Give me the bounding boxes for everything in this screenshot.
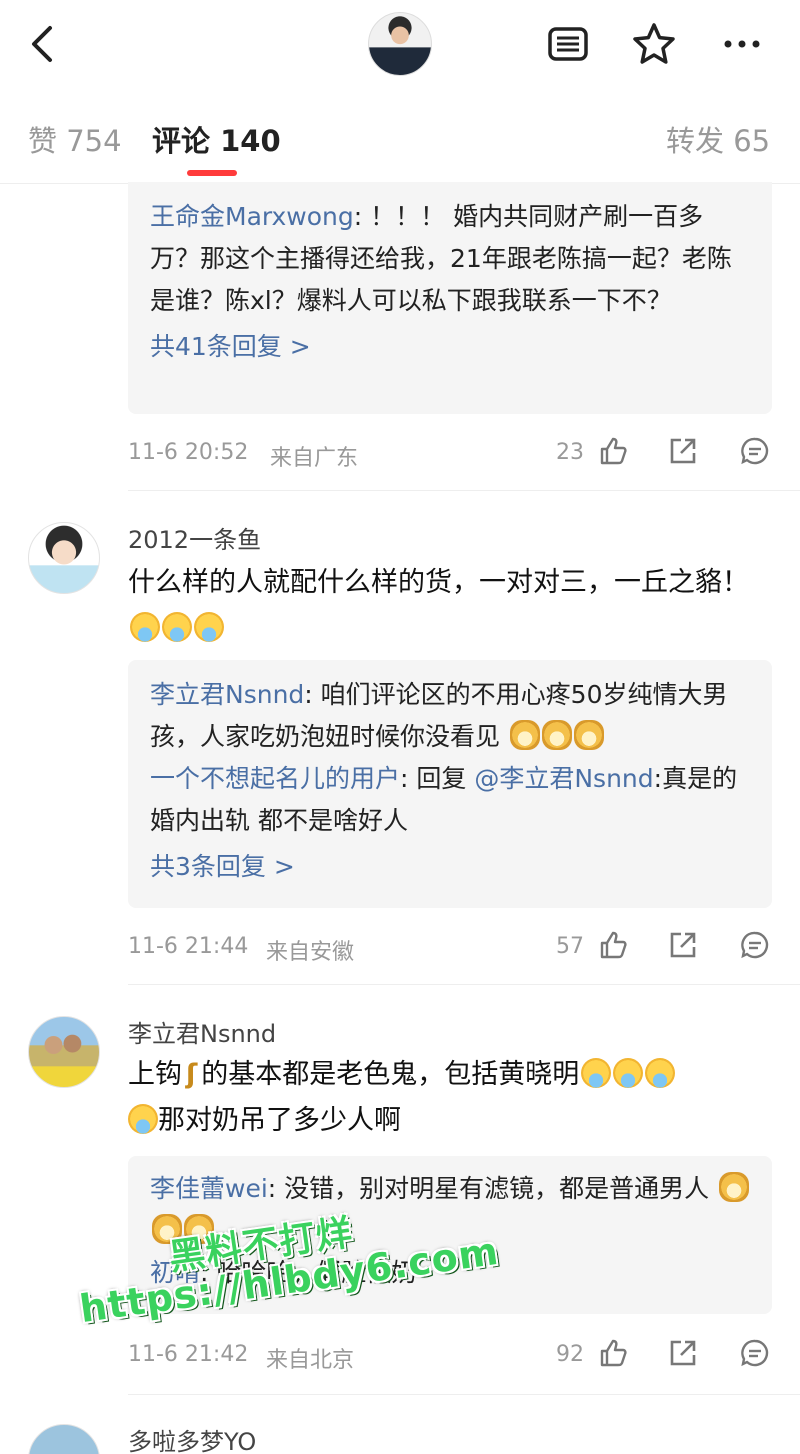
- avatar[interactable]: [28, 522, 100, 594]
- thumbs-up-icon[interactable]: [596, 434, 630, 468]
- crying-emoji-icon: [162, 612, 192, 642]
- share-icon[interactable]: [666, 434, 700, 468]
- comment-body: 那对奶吊了多少人啊: [158, 1105, 401, 1136]
- view-replies-link[interactable]: 共41条回复 >: [150, 326, 750, 368]
- star-icon[interactable]: [630, 20, 678, 68]
- crying-emoji-icon: [613, 1058, 644, 1088]
- reader-mode-icon[interactable]: [544, 20, 592, 68]
- hook-emoji-icon: ʃ: [186, 1059, 198, 1090]
- comment-location: 来自安徽: [266, 940, 355, 965]
- reply-item: 初晴: 哈哈哈，假脸假奶: [150, 1252, 750, 1294]
- like-count: 23: [556, 440, 584, 465]
- doge-emoji-icon: [541, 720, 572, 750]
- reply-box[interactable]: 李立君Nsnnd: 咱们评论区的不用心疼50岁纯情大男孩，人家吃奶泡妞时候你没看…: [128, 660, 772, 908]
- reply-username[interactable]: 初晴: [150, 1258, 200, 1287]
- doge-emoji-icon: [509, 720, 540, 750]
- share-icon[interactable]: [666, 1336, 700, 1370]
- avatar[interactable]: [28, 1016, 100, 1088]
- crying-emoji-icon: [128, 1104, 158, 1134]
- share-icon[interactable]: [666, 928, 700, 962]
- comment-author[interactable]: 李立君Nsnnd: [128, 1014, 276, 1049]
- thumbs-up-icon[interactable]: [596, 928, 630, 962]
- like-count: 92: [556, 1342, 584, 1367]
- divider: [128, 984, 800, 985]
- tab-comments[interactable]: 评论 140: [152, 118, 281, 160]
- comment-location: 来自北京: [266, 1348, 355, 1373]
- reply-username[interactable]: 李佳蕾wei: [150, 1174, 268, 1203]
- crying-emoji-icon: [581, 1058, 612, 1088]
- doge-emoji-icon: [152, 1214, 182, 1244]
- doge-emoji-icon: [719, 1172, 750, 1202]
- thumbs-up-icon[interactable]: [596, 1336, 630, 1370]
- reply-text: : 没错，别对明星有滤镜，都是普通男人: [267, 1174, 710, 1203]
- reply-item: 王命金Marxwong: ！！！ 婚内共同财产刷一百多万？那这个主播得还给我，2…: [150, 196, 750, 322]
- comment-text: 什么样的人就配什么样的货，一对对三，一丘之貉！: [128, 560, 768, 652]
- crying-emoji-icon: [194, 612, 224, 642]
- mention-link[interactable]: @李立君Nsnnd: [474, 764, 653, 793]
- active-tab-indicator: [187, 170, 237, 176]
- top-bar: [0, 0, 800, 88]
- divider: [128, 490, 800, 491]
- reply-username[interactable]: 一个不想起名儿的用户: [150, 764, 400, 793]
- comment-meta: 11-6 20:52 来自广东 23: [128, 434, 772, 474]
- comment-body: 的基本都是老色鬼，包括黄晓明: [201, 1059, 580, 1090]
- comment-time: 11-6 21:42: [128, 1342, 249, 1367]
- comment-meta: 11-6 21:42 来自北京 92: [128, 1336, 772, 1376]
- comment-time: 11-6 20:52: [128, 440, 249, 465]
- reply-text: : 回复: [400, 764, 475, 793]
- comment-icon[interactable]: [738, 928, 772, 962]
- comment-text: 上钩 ʃ 的基本都是老色鬼，包括黄晓明 那对奶吊了多少人啊: [128, 1052, 768, 1144]
- avatar[interactable]: [28, 1424, 100, 1454]
- tab-likes[interactable]: 赞 754: [28, 118, 122, 160]
- poster-avatar[interactable]: [368, 12, 432, 76]
- comment-author[interactable]: 2012一条鱼: [128, 520, 261, 555]
- tab-reposts[interactable]: 转发 65: [666, 118, 770, 160]
- reply-item: 李佳蕾wei: 没错，别对明星有滤镜，都是普通男人: [150, 1168, 750, 1252]
- like-count: 57: [556, 934, 584, 959]
- comment-time: 11-6 21:44: [128, 934, 249, 959]
- chevron-left-icon[interactable]: [22, 22, 62, 66]
- divider: [128, 1394, 800, 1395]
- more-dots-icon[interactable]: [718, 20, 766, 68]
- reply-username[interactable]: 王命金Marxwong: [150, 202, 354, 231]
- doge-emoji-icon: [573, 720, 604, 750]
- reply-box[interactable]: 王命金Marxwong: ！！！ 婚内共同财产刷一百多万？那这个主播得还给我，2…: [128, 182, 772, 414]
- comment-body: 什么样的人就配什么样的货，一对对三，一丘之貉！: [128, 567, 749, 598]
- reply-username[interactable]: 李立君Nsnnd: [150, 680, 304, 709]
- reply-text: : 哈哈哈，假脸假奶: [200, 1258, 417, 1287]
- comment-icon[interactable]: [738, 434, 772, 468]
- doge-emoji-icon: [184, 1214, 214, 1244]
- comment-location: 来自广东: [270, 446, 359, 471]
- tab-bar: 赞 754 评论 140 转发 65: [0, 88, 800, 184]
- comment-icon[interactable]: [738, 1336, 772, 1370]
- crying-emoji-icon: [645, 1058, 676, 1088]
- reply-item: 李立君Nsnnd: 咱们评论区的不用心疼50岁纯情大男孩，人家吃奶泡妞时候你没看…: [150, 674, 750, 758]
- comment-meta: 11-6 21:44 来自安徽 57: [128, 928, 772, 968]
- reply-box[interactable]: 李佳蕾wei: 没错，别对明星有滤镜，都是普通男人 初晴: 哈哈哈，假脸假奶: [128, 1156, 772, 1314]
- reply-item: 一个不想起名儿的用户: 回复 @李立君Nsnnd:真是的 婚内出轨 都不是啥好人: [150, 758, 750, 842]
- comment-body: 上钩: [128, 1059, 182, 1090]
- crying-emoji-icon: [130, 612, 160, 642]
- comment-author[interactable]: 多啦多梦YO: [128, 1422, 256, 1454]
- view-replies-link[interactable]: 共3条回复 >: [150, 846, 750, 888]
